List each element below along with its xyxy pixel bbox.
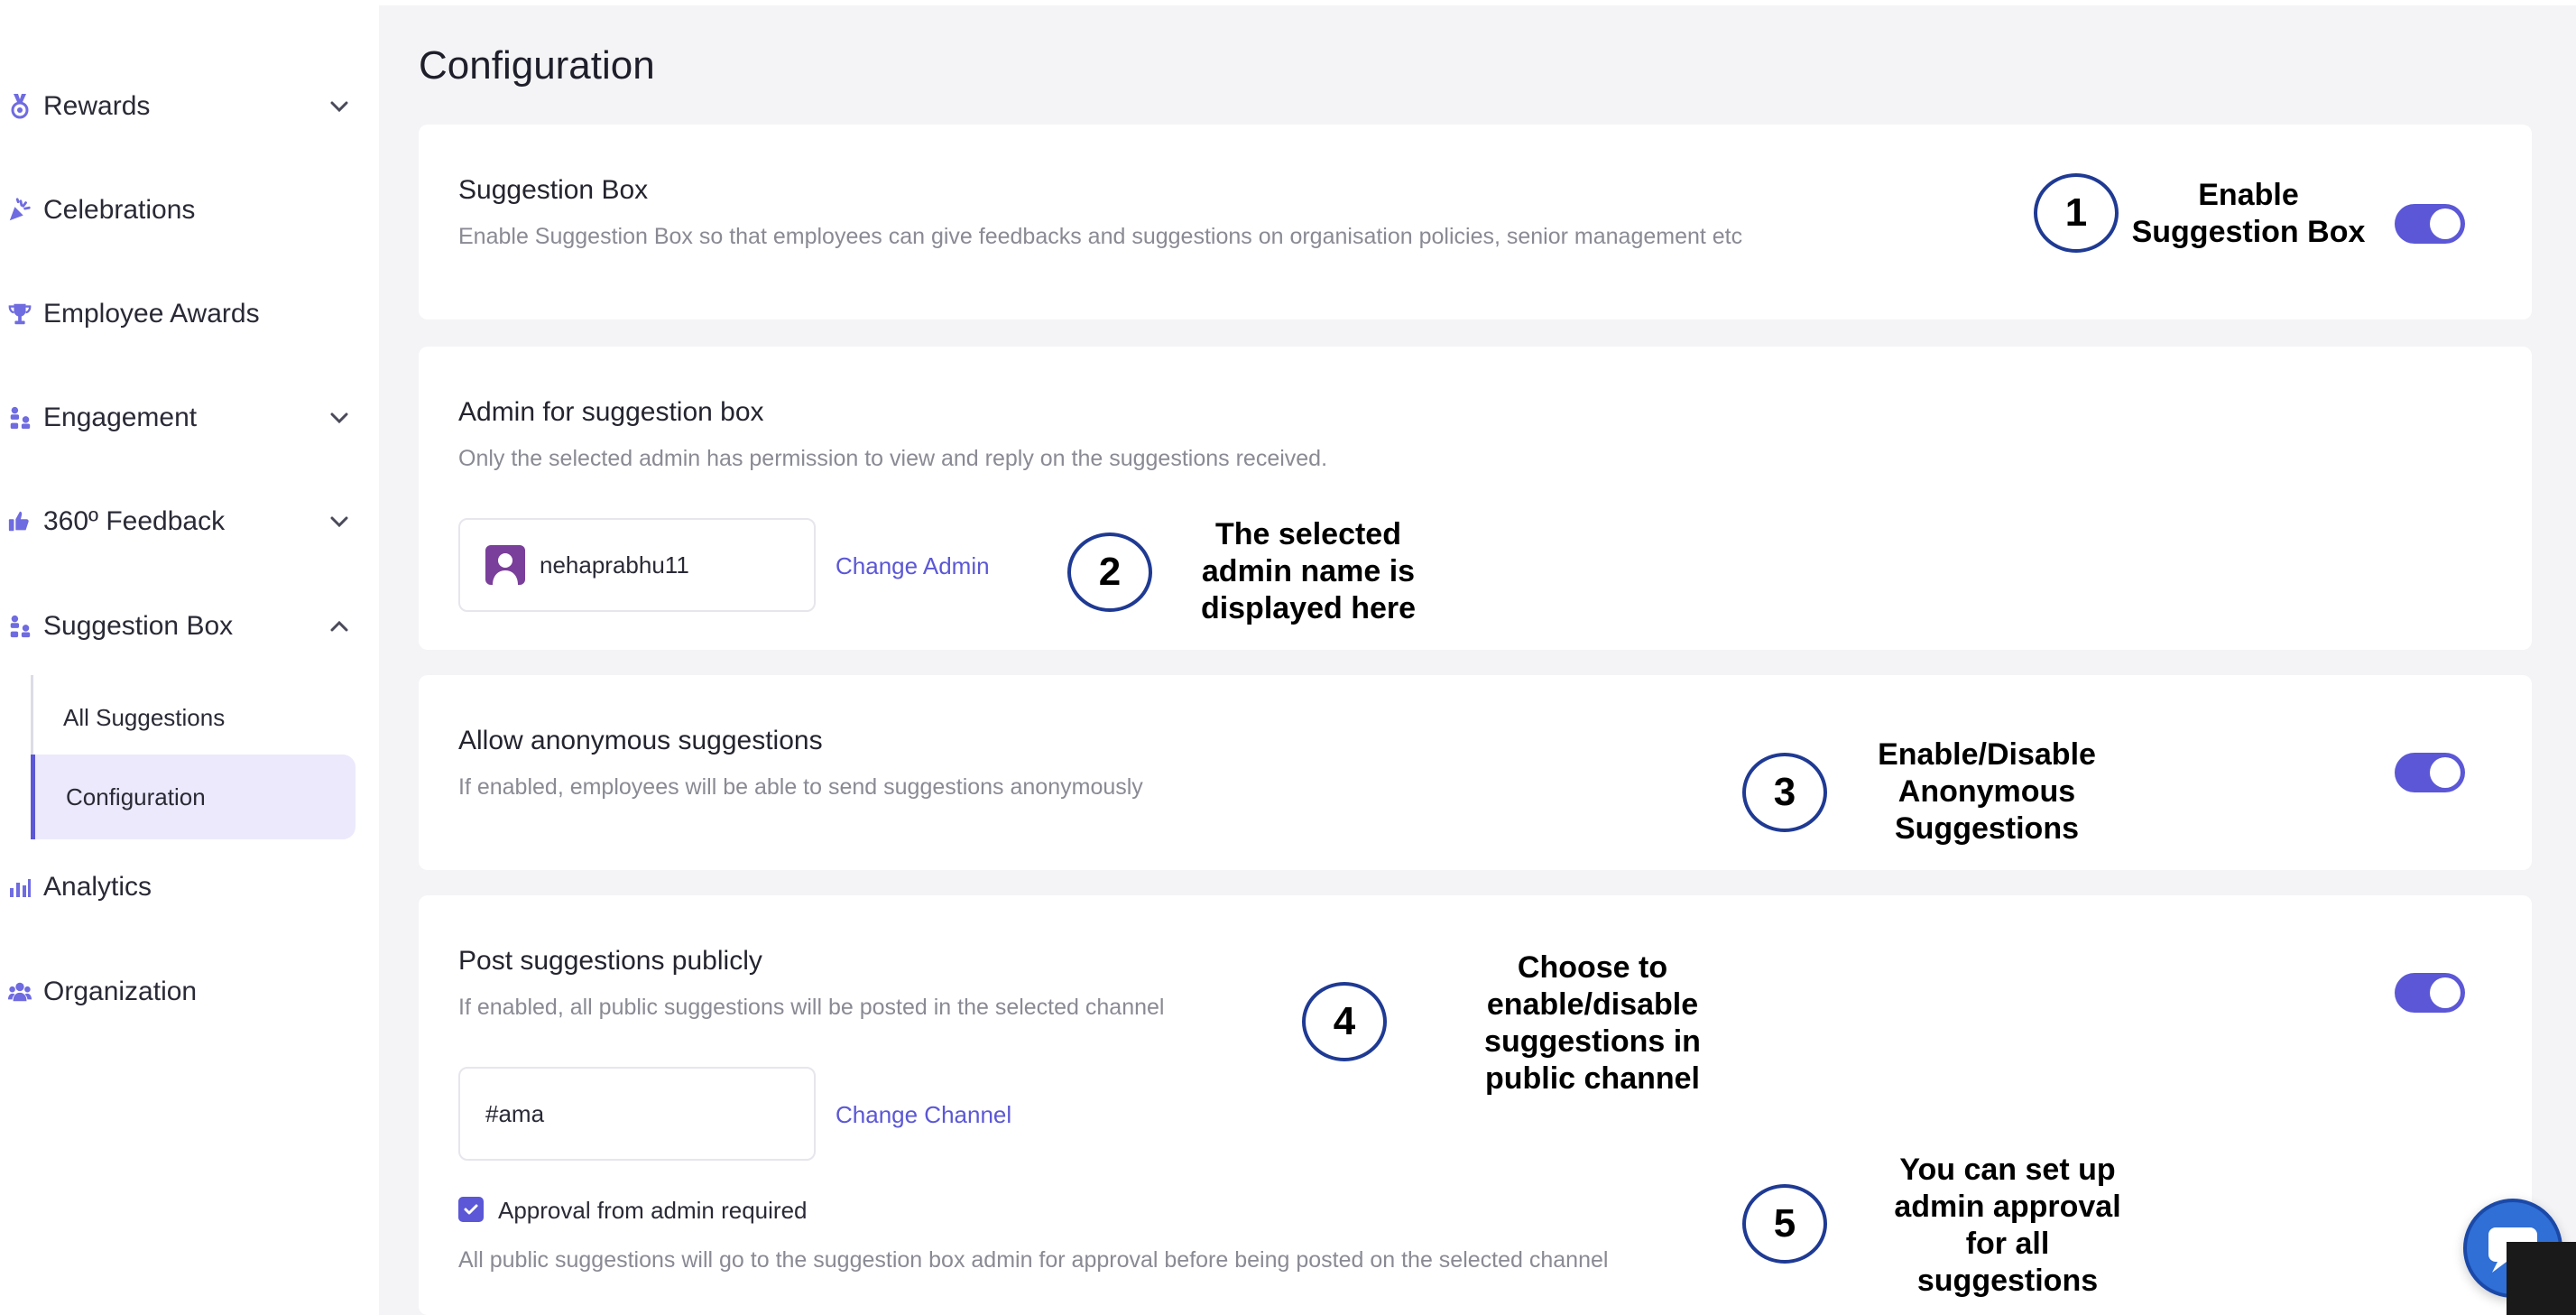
feedback-thumbs-icon — [7, 509, 32, 534]
card-description: Only the selected admin has permission t… — [458, 446, 1328, 471]
approval-description: All public suggestions will go to the su… — [458, 1247, 1609, 1273]
annotation-marker-3: 3 — [1742, 753, 1827, 832]
chevron-up-icon[interactable] — [327, 614, 352, 639]
annotation-line: Anonymous — [1897, 774, 2076, 809]
sidebar-item-suggestion-box[interactable]: Suggestion Box — [0, 597, 361, 655]
checkmark-icon — [464, 1204, 478, 1215]
annotation-note-4: Choose to enable/disable suggestions in … — [1444, 949, 1741, 1097]
sidebar-item-employee-awards[interactable]: Employee Awards — [0, 285, 361, 343]
sidebar-subitem-all-suggestions[interactable]: All Suggestions — [31, 675, 355, 760]
avatar — [485, 545, 525, 585]
annotation-line: admin approval — [1894, 1190, 2121, 1224]
annotation-note-3: Enable/Disable Anonymous Suggestions — [1841, 736, 2133, 847]
annotation-line: suggestions in — [1484, 1024, 1701, 1059]
change-admin-link[interactable]: Change Admin — [836, 552, 990, 580]
sidebar-item-rewards[interactable]: Rewards — [0, 78, 361, 135]
chevron-down-icon[interactable] — [327, 509, 352, 534]
trophy-icon — [7, 301, 32, 327]
sidebar-item-analytics[interactable]: Analytics — [0, 858, 361, 916]
sidebar-item-label: Rewards — [43, 91, 151, 121]
annotation-marker-5: 5 — [1742, 1184, 1827, 1264]
sidebar-item-label: Analytics — [43, 872, 152, 902]
annotation-line: Choose to — [1517, 950, 1668, 985]
overlay-corner — [2507, 1242, 2576, 1315]
annotation-note-1: Enable Suggestion Box — [2120, 177, 2377, 251]
card-title: Suggestion Box — [458, 175, 649, 205]
people-hierarchy-icon — [7, 614, 32, 639]
admin-card: Admin for suggestion box Only the select… — [419, 347, 2532, 650]
sidebar: Rewards Celebrations Employee Awards Eng… — [0, 0, 379, 1315]
suggestion-box-toggle[interactable] — [2395, 204, 2465, 244]
annotation-line: displayed here — [1200, 591, 1417, 625]
approval-checkbox[interactable] — [458, 1197, 484, 1222]
page-title: Configuration — [419, 43, 655, 88]
bar-chart-icon — [7, 875, 32, 900]
card-title: Admin for suggestion box — [458, 397, 764, 427]
sidebar-item-organization[interactable]: Organization — [0, 963, 361, 1021]
medal-icon — [7, 94, 32, 119]
channel-selector[interactable]: #ama — [458, 1067, 816, 1161]
annotation-marker-1: 1 — [2034, 173, 2119, 253]
sidebar-item-label: Organization — [43, 977, 198, 1006]
sidebar-item-label: 360º Feedback — [43, 506, 226, 536]
change-channel-link[interactable]: Change Channel — [836, 1101, 1011, 1129]
chevron-down-icon[interactable] — [327, 94, 352, 119]
annotation-line: public channel — [1484, 1061, 1701, 1096]
annotation-line: The selected — [1215, 517, 1401, 551]
sidebar-subitem-configuration[interactable]: Configuration — [31, 755, 355, 839]
annotation-marker-4: 4 — [1302, 982, 1387, 1061]
chevron-down-icon[interactable] — [327, 405, 352, 431]
sidebar-item-engagement[interactable]: Engagement — [0, 389, 361, 447]
card-description: If enabled, employees will be able to se… — [458, 774, 1143, 800]
admin-selector[interactable]: nehaprabhu11 — [458, 518, 816, 612]
card-description: Enable Suggestion Box so that employees … — [458, 224, 1743, 249]
sidebar-item-label: Employee Awards — [43, 299, 260, 329]
sidebar-item-360-feedback[interactable]: 360º Feedback — [0, 493, 361, 551]
card-title: Allow anonymous suggestions — [458, 726, 823, 755]
sidebar-subitem-label: Configuration — [66, 783, 206, 810]
annotation-line: admin name is — [1201, 554, 1416, 588]
sidebar-item-label: Suggestion Box — [43, 611, 234, 641]
annotation-line: Suggestion Box — [2131, 215, 2366, 249]
sidebar-item-label: Celebrations — [43, 195, 196, 225]
annotation-line: Enable/Disable — [1878, 737, 2096, 772]
people-hierarchy-icon — [7, 405, 32, 431]
card-description: If enabled, all public suggestions will … — [458, 995, 1165, 1020]
annotation-line: You can set up — [1899, 1153, 2116, 1187]
approval-label: Approval from admin required — [498, 1197, 808, 1224]
sidebar-item-label: Engagement — [43, 403, 198, 432]
anonymous-toggle[interactable] — [2395, 753, 2465, 792]
team-icon — [7, 979, 32, 1005]
card-title: Post suggestions publicly — [458, 946, 762, 976]
annotation-note-5: You can set up admin approval for all su… — [1859, 1152, 2156, 1300]
annotation-line: for all — [1965, 1227, 2050, 1261]
channel-name: #ama — [485, 1099, 545, 1127]
sidebar-item-celebrations[interactable]: Celebrations — [0, 181, 361, 239]
annotation-note-2: The selected admin name is displayed her… — [1164, 516, 1453, 627]
admin-name: nehaprabhu11 — [540, 551, 689, 579]
annotation-line: suggestions — [1916, 1264, 2099, 1298]
sidebar-subitem-label: All Suggestions — [63, 703, 226, 731]
public-toggle[interactable] — [2395, 973, 2465, 1013]
annotation-line: enable/disable — [1486, 987, 1699, 1022]
annotation-line: Suggestions — [1894, 811, 2080, 846]
anonymous-card: Allow anonymous suggestions If enabled, … — [419, 675, 2532, 870]
party-popper-icon — [7, 198, 32, 223]
annotation-marker-2: 2 — [1067, 532, 1152, 612]
annotation-line: Enable — [2198, 178, 2299, 212]
